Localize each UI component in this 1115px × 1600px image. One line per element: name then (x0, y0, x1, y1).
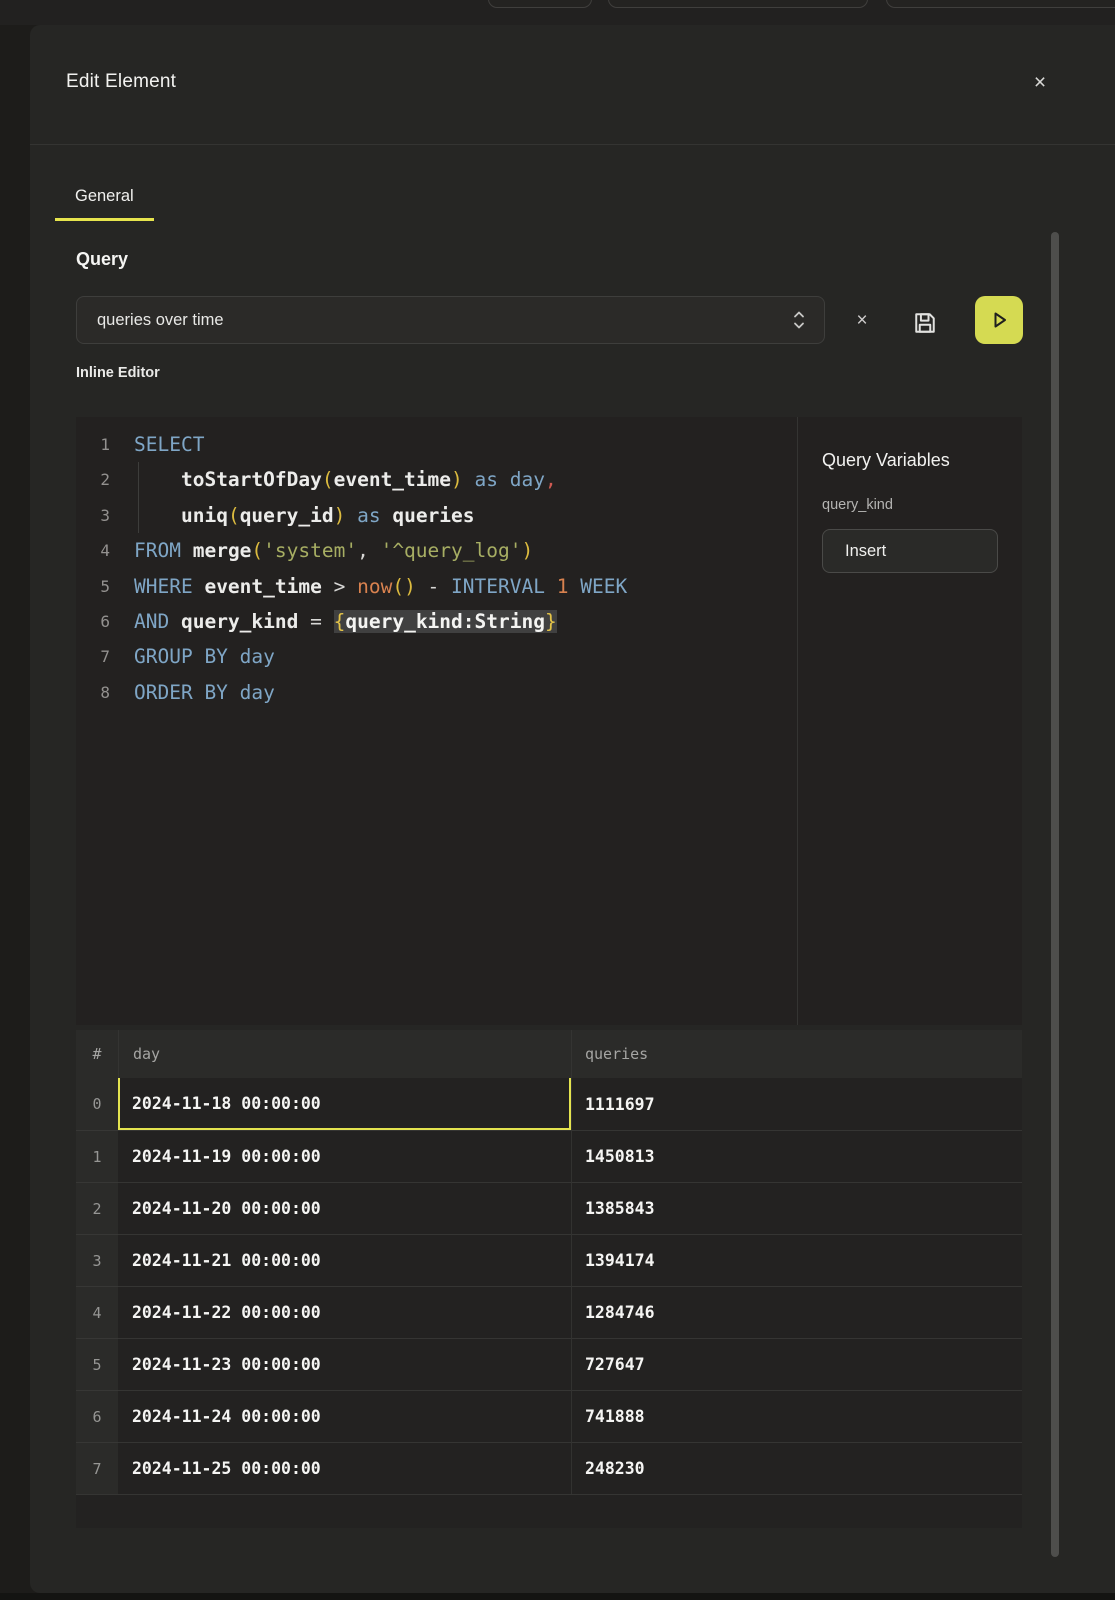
background-toolbar-button[interactable] (886, 0, 1115, 8)
insert-variable-button[interactable]: Insert (822, 529, 998, 573)
column-header-index: # (76, 1030, 118, 1078)
cell-day[interactable]: 2024-11-25 00:00:00 (118, 1442, 571, 1494)
code-text: SELECT (134, 427, 204, 462)
line-number: 4 (76, 533, 110, 568)
code-line: 6 AND query_kind = {query_kind:String} (76, 604, 797, 639)
chevron-up-down-icon (792, 309, 806, 331)
code-text: toStartOfDay(event_time) as day, (134, 462, 557, 497)
code-text: uniq(query_id) as queries (134, 498, 475, 533)
cell-day[interactable]: 2024-11-23 00:00:00 (118, 1338, 571, 1390)
cell-index[interactable]: 6 (76, 1390, 118, 1442)
save-icon (908, 309, 942, 337)
line-number: 5 (76, 569, 110, 604)
code-text: GROUP BY day (134, 639, 275, 674)
cell-index[interactable]: 4 (76, 1286, 118, 1338)
cell-day[interactable]: 2024-11-22 00:00:00 (118, 1286, 571, 1338)
background-toolbar-button[interactable] (488, 0, 592, 8)
background-toolbar (0, 0, 1115, 25)
cell-queries[interactable]: 1111697 (571, 1078, 1022, 1130)
code-line: 1 SELECT (76, 427, 797, 462)
cell-queries[interactable]: 1394174 (571, 1234, 1022, 1286)
line-number: 3 (76, 498, 110, 533)
edit-element-modal: Edit Element × General Query queries ove… (30, 25, 1115, 1593)
table-footer (76, 1494, 1022, 1528)
sql-editor[interactable]: 1SELECT2 toStartOfDay(event_time) as day… (76, 417, 1022, 1025)
cell-queries[interactable]: 741888 (571, 1390, 1022, 1442)
close-icon[interactable]: × (1024, 67, 1056, 99)
cell-queries[interactable]: 248230 (571, 1442, 1022, 1494)
code-line: 5 WHERE event_time > now() - INTERVAL 1 W… (76, 569, 797, 604)
background-toolbar-button[interactable] (608, 0, 868, 8)
save-query-button[interactable] (908, 304, 942, 338)
results-table: #dayqueries 02024-11-18 00:00:0011116971… (76, 1030, 1022, 1528)
query-variables-panel: Query Variables query_kind Insert (797, 417, 1022, 1025)
cell-index[interactable]: 7 (76, 1442, 118, 1494)
cell-index[interactable]: 0 (76, 1078, 118, 1130)
code-line: 7 GROUP BY day (76, 639, 797, 674)
table-row: 52024-11-23 00:00:00727647 (76, 1338, 1022, 1390)
table-row: 12024-11-19 00:00:001450813 (76, 1130, 1022, 1182)
table-body: 02024-11-18 00:00:00111169712024-11-19 0… (76, 1078, 1022, 1494)
line-number: 7 (76, 639, 110, 674)
query-section-heading: Query (76, 249, 128, 270)
column-header-day: day (118, 1030, 571, 1078)
code-text: WHERE event_time > now() - INTERVAL 1 WE… (134, 569, 627, 604)
query-select[interactable]: queries over time (76, 296, 825, 344)
table-header-row: #dayqueries (76, 1030, 1022, 1078)
cell-queries[interactable]: 727647 (571, 1338, 1022, 1390)
variable-name-label: query_kind (822, 497, 1022, 513)
modal-header: Edit Element × (30, 25, 1115, 145)
run-query-button[interactable] (975, 296, 1023, 344)
table-row: 22024-11-20 00:00:001385843 (76, 1182, 1022, 1234)
code-text: FROM merge('system', '^query_log') (134, 533, 533, 568)
query-select-value: queries over time (97, 311, 792, 330)
play-icon (986, 307, 1012, 333)
cell-day[interactable]: 2024-11-20 00:00:00 (118, 1182, 571, 1234)
table-row: 32024-11-21 00:00:001394174 (76, 1234, 1022, 1286)
code-line: 3 uniq(query_id) as queries (76, 498, 797, 533)
table-row: 42024-11-22 00:00:001284746 (76, 1286, 1022, 1338)
code-text: AND query_kind = {query_kind:String} (134, 604, 557, 639)
code-lines[interactable]: 1SELECT2 toStartOfDay(event_time) as day… (76, 417, 797, 1025)
table-row: 72024-11-25 00:00:00248230 (76, 1442, 1022, 1494)
table-row: 62024-11-24 00:00:00741888 (76, 1390, 1022, 1442)
line-number: 6 (76, 604, 110, 639)
modal-title: Edit Element (66, 71, 176, 93)
modal-scrollbar[interactable] (1051, 232, 1059, 1557)
cell-queries[interactable]: 1284746 (571, 1286, 1022, 1338)
code-line: 8 ORDER BY day (76, 675, 797, 710)
cell-index[interactable]: 1 (76, 1130, 118, 1182)
tab-general[interactable]: General (55, 171, 154, 221)
code-line: 4 FROM merge('system', '^query_log') (76, 533, 797, 568)
line-number: 8 (76, 675, 110, 710)
column-header-queries: queries (571, 1030, 1022, 1078)
cell-day[interactable]: 2024-11-24 00:00:00 (118, 1390, 571, 1442)
query-variables-title: Query Variables (822, 450, 1022, 471)
cell-day[interactable]: 2024-11-19 00:00:00 (118, 1130, 571, 1182)
code-text: ORDER BY day (134, 675, 275, 710)
cell-day[interactable]: 2024-11-21 00:00:00 (118, 1234, 571, 1286)
code-line: 2 toStartOfDay(event_time) as day, (76, 462, 797, 497)
line-number: 2 (76, 462, 110, 497)
table-row: 02024-11-18 00:00:001111697 (76, 1078, 1022, 1130)
cell-index[interactable]: 3 (76, 1234, 118, 1286)
indent-guide (138, 462, 139, 533)
inline-editor-label: Inline Editor (76, 365, 160, 381)
cell-day[interactable]: 2024-11-18 00:00:00 (118, 1078, 571, 1130)
line-number: 1 (76, 427, 110, 462)
background-bottom-edge (0, 1593, 1115, 1600)
cell-index[interactable]: 2 (76, 1182, 118, 1234)
clear-query-button[interactable]: × (845, 304, 879, 338)
cell-queries[interactable]: 1385843 (571, 1182, 1022, 1234)
cell-index[interactable]: 5 (76, 1338, 118, 1390)
cell-queries[interactable]: 1450813 (571, 1130, 1022, 1182)
